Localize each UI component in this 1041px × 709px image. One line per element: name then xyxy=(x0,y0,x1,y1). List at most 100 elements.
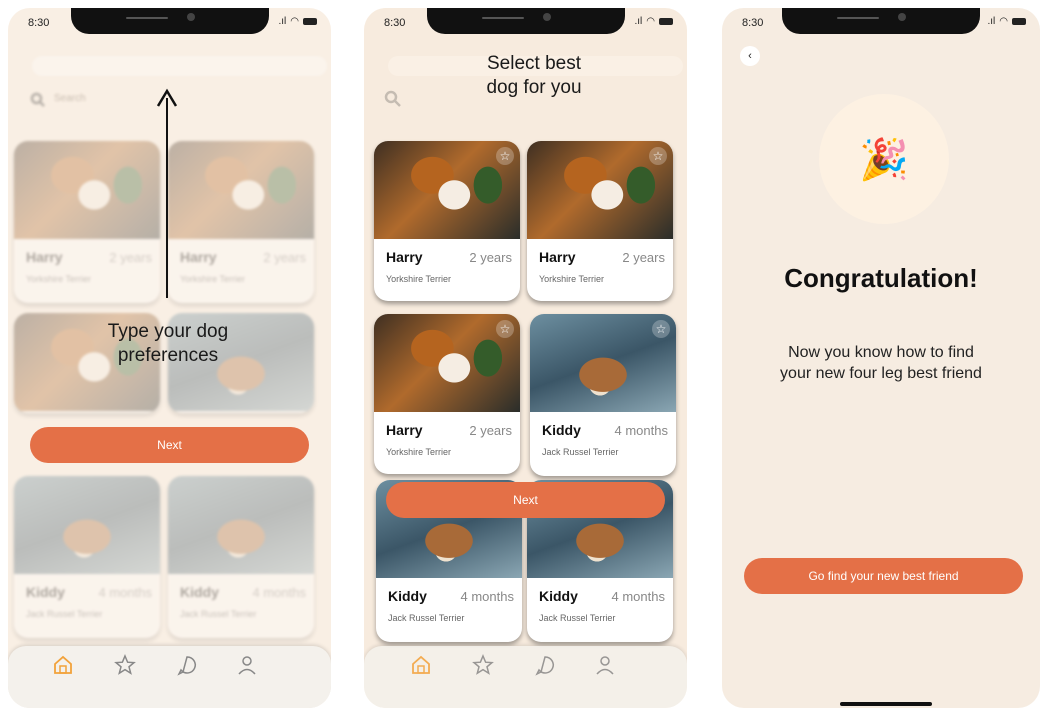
dog-photo xyxy=(14,476,160,574)
next-button[interactable]: Next xyxy=(386,482,665,518)
dog-card[interactable]: ☆ Harry 2 years Yorkshire Terrier xyxy=(527,141,673,301)
instruction-line-2: preferences xyxy=(117,345,219,366)
dog-age: 2 years xyxy=(469,250,512,265)
congratulation-title: Congratulation! xyxy=(784,263,978,293)
next-button[interactable]: Next xyxy=(30,427,309,463)
status-time: 8:30 xyxy=(28,17,50,29)
dog-card[interactable]: Harry 2 years Yorkshire Terrier xyxy=(168,141,314,303)
favorite-star-icon[interactable]: ☆ xyxy=(649,147,667,165)
search-input[interactable] xyxy=(32,56,327,76)
search-icon xyxy=(30,92,46,108)
tab-bar xyxy=(364,646,687,708)
congratulation-message: Now you know how to find your new four l… xyxy=(780,344,982,382)
dog-age: 2 years xyxy=(263,250,306,265)
back-button[interactable]: ‹ xyxy=(740,46,760,66)
system-icons: .ıl ◠ xyxy=(634,16,673,27)
dog-breed: Jack Russel Terrier xyxy=(539,613,616,623)
chat-icon[interactable] xyxy=(534,654,556,676)
battery-icon xyxy=(1012,18,1026,25)
favorite-star-icon[interactable]: ☆ xyxy=(496,147,514,165)
favorite-star-icon[interactable]: ☆ xyxy=(496,320,514,338)
dog-photo xyxy=(168,141,314,239)
status-time: 8:30 xyxy=(384,17,406,29)
tab-bar xyxy=(8,646,331,708)
dog-breed: Jack Russel Terrier xyxy=(542,447,619,457)
status-bar: 8:30 .ıl ◠ xyxy=(722,8,1040,42)
dog-card[interactable]: ☆ Kiddy 4 months Jack Russel Terrier xyxy=(530,314,676,476)
battery-icon xyxy=(659,18,673,25)
profile-icon[interactable] xyxy=(236,654,258,676)
dog-name: Kiddy xyxy=(388,588,427,604)
dog-name: Kiddy xyxy=(180,584,219,600)
dog-name: Kiddy xyxy=(26,584,65,600)
instruction-line-2: dog for you xyxy=(486,77,582,98)
dog-breed: Yorkshire Terrier xyxy=(386,447,452,457)
dog-card[interactable]: Harry 2 years Yorkshire Terrier xyxy=(14,141,160,303)
dog-age: 2 years xyxy=(469,423,512,438)
system-icons: .ıl ◠ xyxy=(987,16,1026,27)
instruction-line-1: Select best xyxy=(487,53,581,74)
dog-name: Harry xyxy=(180,249,217,265)
favorite-star-icon[interactable]: ☆ xyxy=(652,320,670,338)
chat-icon[interactable] xyxy=(176,654,198,676)
signal-icon: .ıl xyxy=(278,16,287,27)
screen-search-preferences: Search Harry 2 years Yorkshire Terrier H… xyxy=(8,8,331,708)
screen-congratulation: 8:30 .ıl ◠ ‹ 🎉 Congratulation! Now you k… xyxy=(722,8,1040,708)
dog-breed: Jack Russel Terrier xyxy=(26,609,103,619)
dog-breed: Jack Russel Terrier xyxy=(388,613,465,623)
home-icon[interactable] xyxy=(52,654,74,676)
home-indicator xyxy=(840,702,932,706)
battery-icon xyxy=(303,18,317,25)
dog-name: Harry xyxy=(386,422,423,438)
dog-card[interactable]: Kiddy 4 months Jack Russel Terrier xyxy=(14,476,160,638)
signal-icon: .ıl xyxy=(634,16,643,27)
instruction-text: Select best dog for you xyxy=(434,52,634,100)
dog-age: 4 months xyxy=(98,585,152,600)
dog-card[interactable]: ☆ Harry 2 years Yorkshire Terrier xyxy=(374,141,520,301)
dog-age: 4 months xyxy=(614,423,668,438)
dog-name: Kiddy xyxy=(539,588,578,604)
phone-notch xyxy=(426,8,625,34)
arrow-line xyxy=(166,98,168,298)
phone-notch xyxy=(70,8,269,34)
wifi-icon: ◠ xyxy=(646,16,655,27)
chevron-left-icon: ‹ xyxy=(748,50,752,62)
dog-breed: Jack Russel Terrier xyxy=(180,609,257,619)
dog-photo xyxy=(168,476,314,574)
dog-age: 4 months xyxy=(611,589,665,604)
search-icon xyxy=(384,90,402,108)
dog-card[interactable]: Kiddy 4 months Jack Russel Terrier xyxy=(168,476,314,638)
instruction-text: Type your dog preferences xyxy=(48,320,288,368)
dog-card[interactable]: ☆ Harry 2 years Yorkshire Terrier xyxy=(374,314,520,474)
up-arrow-icon xyxy=(156,88,178,110)
screen-select-dog: 8:30 .ıl ◠ Select best dog for you ☆ Har… xyxy=(364,8,687,708)
dog-breed: Yorkshire Terrier xyxy=(539,274,605,284)
dog-age: 4 months xyxy=(252,585,306,600)
star-icon[interactable] xyxy=(472,654,494,676)
dog-age: 2 years xyxy=(622,250,665,265)
party-popper-icon: 🎉 xyxy=(819,94,949,224)
dog-breed: Yorkshire Terrier xyxy=(26,274,92,284)
instruction-line-1: Type your dog xyxy=(107,321,229,342)
wifi-icon: ◠ xyxy=(999,16,1008,27)
find-best-friend-button[interactable]: Go find your new best friend xyxy=(744,558,1023,594)
dog-name: Harry xyxy=(539,249,576,265)
status-bar: 8:30 .ıl ◠ xyxy=(364,8,687,42)
dog-name: Kiddy xyxy=(542,422,581,438)
dog-age: 2 years xyxy=(109,250,152,265)
dog-age: 4 months xyxy=(460,589,514,604)
phone-notch xyxy=(782,8,980,34)
status-bar: 8:30 .ıl ◠ xyxy=(8,8,331,42)
dog-breed: Yorkshire Terrier xyxy=(386,274,452,284)
dog-breed: Yorkshire Terrier xyxy=(180,274,246,284)
signal-icon: .ıl xyxy=(987,16,996,27)
home-icon[interactable] xyxy=(410,654,432,676)
dog-name: Harry xyxy=(26,249,63,265)
star-icon[interactable] xyxy=(114,654,136,676)
status-time: 8:30 xyxy=(742,17,764,29)
system-icons: .ıl ◠ xyxy=(278,16,317,27)
profile-icon[interactable] xyxy=(594,654,616,676)
search-placeholder: Search xyxy=(54,93,86,104)
wifi-icon: ◠ xyxy=(290,16,299,27)
dog-name: Harry xyxy=(386,249,423,265)
